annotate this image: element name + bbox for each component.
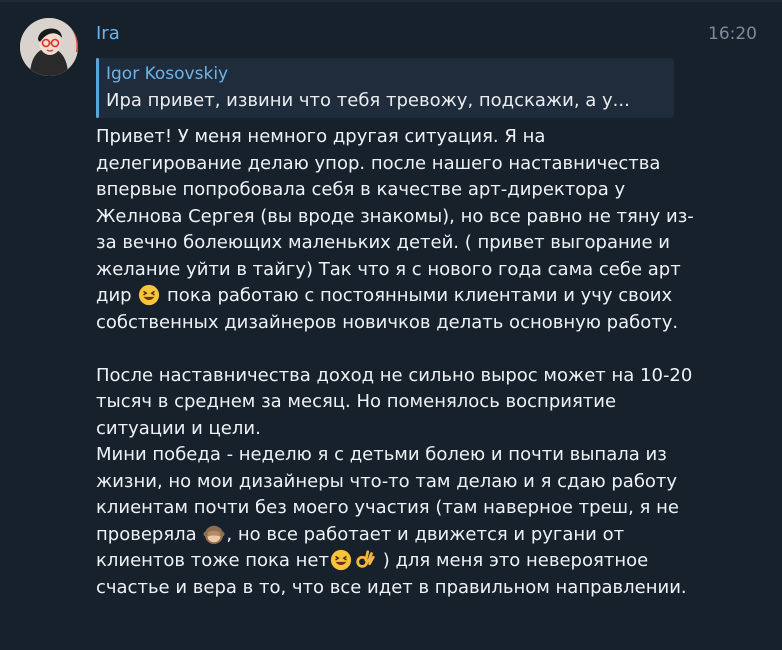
- sender-name[interactable]: Ira: [96, 22, 120, 46]
- message-text: пока работаю с постоянными клиентами и у…: [96, 285, 679, 333]
- reply-text: Ира привет, извини что тебя тревожу, под…: [106, 90, 630, 111]
- reply-preview[interactable]: Igor Kosovskiy Ира привет, извини что те…: [96, 58, 674, 118]
- top-divider: [0, 0, 782, 2]
- user-avatar-icon: [20, 18, 78, 76]
- avatar[interactable]: [20, 18, 78, 76]
- message-time: 16:20: [708, 24, 757, 44]
- ok-hand-emoji-icon: [353, 549, 377, 571]
- reply-accent-bar: [96, 58, 99, 118]
- reply-author: Igor Kosovskiy: [106, 64, 229, 84]
- message-paragraph-1: Привет! У меня немного другая ситуация. …: [96, 124, 696, 336]
- see-no-evil-monkey-emoji-icon: [202, 523, 226, 545]
- laughing-emoji-icon: [137, 284, 161, 306]
- message-text: Привет! У меня немного другая ситуация. …: [96, 126, 694, 306]
- message-body: Привет! У меня немного другая ситуация. …: [96, 124, 696, 601]
- message-paragraph-3: Мини победа - неделю я с детьми болею и …: [96, 442, 696, 601]
- laughing-emoji-icon: [329, 549, 353, 571]
- message-paragraph-2: После наставничества доход не сильно выр…: [96, 364, 693, 439]
